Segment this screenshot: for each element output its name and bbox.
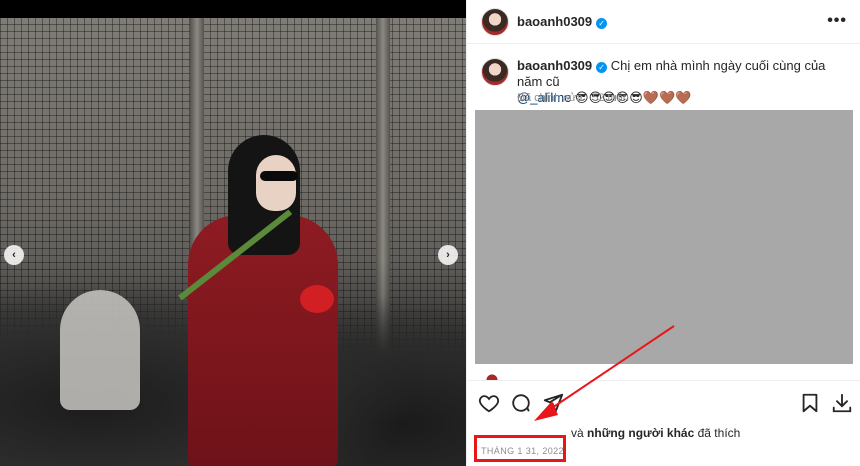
bookmark-icon[interactable]	[798, 391, 822, 415]
redacted-comments-area	[475, 110, 853, 364]
more-options-icon[interactable]: •••	[827, 12, 847, 30]
post-detail-panel: baoanh0309 ✓ ••• baoanh0309 ✓ Chị em nhà m…	[466, 0, 860, 466]
red-flowers	[300, 285, 334, 313]
post-header: baoanh0309 ✓ •••	[467, 0, 860, 44]
caption-meta: Đã chỉnh sửa · 52 tuần	[517, 92, 629, 104]
verified-badge-icon: ✓	[596, 62, 608, 73]
post-media[interactable]: ‹ ›	[0, 0, 466, 466]
next-comment-avatar	[481, 372, 503, 380]
next-image-button[interactable]: ›	[438, 245, 458, 265]
caption-username[interactable]: baoanh0309 ✓	[517, 58, 608, 73]
avatar[interactable]	[481, 8, 509, 36]
previous-image-button[interactable]: ‹	[4, 245, 24, 265]
face	[256, 155, 296, 211]
chevron-right-icon: ›	[446, 249, 450, 261]
caption-username-text[interactable]: baoanh0309	[517, 58, 592, 73]
likes-others-link[interactable]: những người khác	[587, 426, 694, 440]
likes-prefix: và	[571, 426, 584, 440]
woman-figure	[178, 135, 350, 466]
sunglasses	[260, 171, 298, 181]
verified-badge-icon: ✓	[596, 18, 608, 29]
heart-icon[interactable]	[477, 391, 501, 415]
chevron-left-icon: ‹	[12, 249, 16, 261]
action-bar	[467, 380, 860, 424]
white-scooter	[60, 290, 140, 410]
likes-summary: và những người khác đã thích	[571, 426, 740, 440]
caption: baoanh0309 ✓ Chị em nhà mình ngày cuối cù…	[467, 52, 860, 110]
username-text[interactable]: baoanh0309	[517, 14, 592, 29]
download-icon[interactable]	[830, 391, 854, 415]
comment-icon[interactable]	[509, 391, 533, 415]
header-username[interactable]: baoanh0309 ✓	[517, 14, 608, 29]
media-top-bar	[0, 0, 466, 18]
caption-avatar[interactable]	[481, 58, 509, 86]
likes-suffix: đã thích	[697, 426, 741, 440]
share-icon[interactable]	[541, 391, 565, 415]
annotation-highlight-box	[474, 435, 566, 462]
